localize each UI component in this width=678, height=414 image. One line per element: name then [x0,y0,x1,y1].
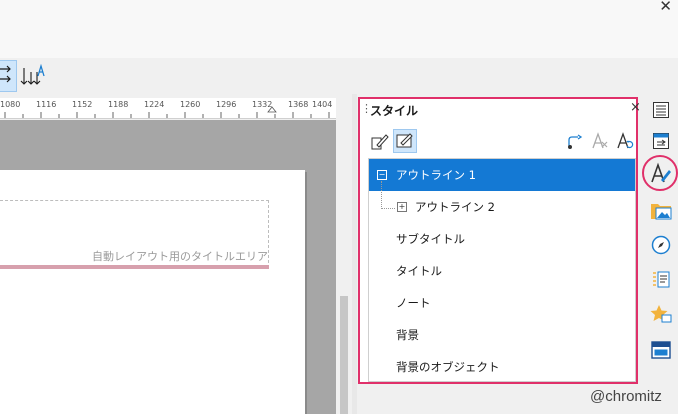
ruler-label: 1152 [72,100,93,109]
presentation-styles-icon [396,133,413,148]
ruler-label: 1332 [252,100,273,109]
ruler-label: 1224 [144,100,165,109]
slide-transition-icon [653,133,669,149]
list-item-label: 背景のオブジェクト [396,360,500,374]
toolbar [0,58,678,94]
ruler-label: 1188 [108,100,129,109]
deck-master-slides-button[interactable] [647,300,675,328]
expand-toggle[interactable]: + [397,202,407,212]
list-item-label: アウトライン 1 [396,168,476,182]
list-item[interactable]: サブタイトル [369,223,635,255]
ruler-label: 1260 [180,100,201,109]
new-style-button[interactable] [588,129,612,153]
ruler-label: 1296 [216,100,237,109]
deck-gallery-button[interactable] [647,197,675,225]
list-item-label: ノート [396,296,431,310]
deck-slide-transition-button[interactable] [647,127,675,155]
list-item[interactable]: + アウトライン 2 [369,191,635,223]
deck-properties-button[interactable] [647,96,675,124]
horizontal-ruler[interactable]: 1080 1116 1152 1188 1224 1260 1296 1332 … [0,98,336,119]
new-style-icon [592,132,608,149]
styles-panel-close-button[interactable]: × [630,100,641,115]
list-item-label: アウトライン 2 [415,200,495,214]
title-highlight-bar [0,265,269,269]
deck-animation-button[interactable] [647,266,675,294]
styles-panel-title: スタイル [370,104,419,118]
deck-slide-layout-button[interactable] [647,336,675,364]
ruler-label: 1404 [312,100,333,109]
fill-format-icon [568,134,583,149]
styles-icon [651,162,671,183]
collapse-toggle[interactable]: − [377,170,387,180]
arrange-toggle-button[interactable] [0,60,17,92]
presentation-styles-button[interactable] [393,129,417,153]
navigator-icon [651,235,671,255]
list-item[interactable]: 背景のオブジェクト [369,351,635,383]
ruler-label: 1368 [288,100,309,109]
list-item-label: タイトル [396,264,442,278]
gallery-icon [651,204,672,220]
master-slides-icon [650,305,672,323]
animation-icon [653,271,670,288]
list-item-label: サブタイトル [396,232,465,246]
properties-icon [653,102,669,118]
deck-styles-button[interactable] [647,159,675,187]
title-bar [0,0,678,58]
scrollbar-thumb[interactable] [340,296,348,414]
list-item-label: 背景 [396,328,419,342]
list-item[interactable]: 背景 [369,319,635,351]
sort-az-icon [20,63,45,85]
list-item[interactable]: ノート [369,287,635,319]
ruler-label: 1116 [36,100,57,109]
update-style-icon [617,132,634,149]
style-list[interactable]: − アウトライン 1 + アウトライン 2 サブタイトル タイトル ノート 背景… [368,158,636,382]
title-placeholder-text: 自動レイアウト用のタイトルエリア [92,250,268,263]
arrange-icon [0,65,11,83]
watermark-text: @chromitz [590,388,662,405]
list-item[interactable]: − アウトライン 1 [369,159,635,191]
panel-splitter[interactable] [352,94,357,414]
slide-layout-icon [651,341,671,359]
deck-navigator-button[interactable] [647,231,675,259]
drawing-styles-icon [371,134,389,150]
window-close-button[interactable]: ✕ [659,0,672,14]
list-item[interactable]: タイトル [369,255,635,287]
ruler-label: 1080 [0,100,21,109]
fill-format-mode-button[interactable] [563,129,587,153]
sort-descending-button[interactable] [20,62,46,88]
drawing-styles-button[interactable] [368,129,392,153]
update-style-button[interactable] [613,129,637,153]
